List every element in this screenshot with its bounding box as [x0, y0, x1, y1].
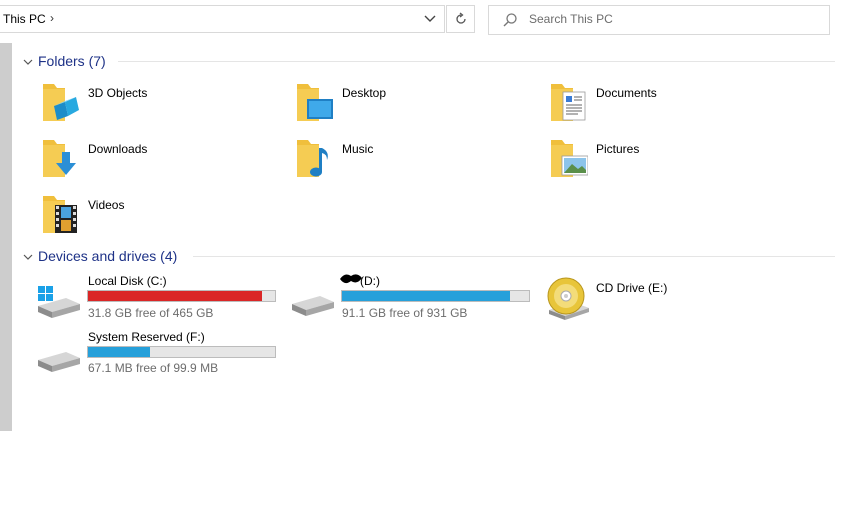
cd-drive-icon [547, 277, 589, 320]
chevron-down-icon[interactable] [424, 13, 436, 23]
folder-videos[interactable] [40, 192, 80, 241]
folder-3d-objects[interactable] [40, 80, 80, 129]
drives-group-divider [193, 256, 835, 257]
refresh-button[interactable] [446, 5, 475, 33]
hard-drive-icon [292, 296, 334, 316]
drive-free-space: 67.1 MB free of 99.9 MB [88, 361, 219, 375]
drive-usage-bar [87, 346, 276, 358]
address-path[interactable]: This PC [3, 12, 46, 26]
drive-c[interactable] [36, 284, 82, 325]
address-chevron-icon[interactable]: › [50, 11, 54, 25]
drive-usage-bar [87, 290, 276, 302]
3d-objects-folder-icon [43, 84, 79, 121]
drive-usage-fill [342, 291, 511, 301]
drive-d[interactable] [290, 294, 336, 323]
folder-label[interactable]: Downloads [88, 142, 147, 156]
drive-label[interactable]: CD Drive (E:) [596, 281, 667, 295]
folder-documents[interactable] [548, 80, 588, 129]
music-folder-icon [297, 140, 328, 177]
drive-usage-fill [88, 347, 150, 357]
folder-label[interactable]: Videos [88, 198, 124, 212]
drive-e[interactable] [545, 276, 591, 327]
address-bar[interactable] [0, 5, 445, 33]
drives-group-title[interactable]: Devices and drives (4) [38, 248, 177, 264]
pictures-folder-icon [551, 140, 589, 177]
navigation-pane-scrollbar[interactable] [0, 43, 12, 431]
drive-free-space: 31.8 GB free of 465 GB [88, 306, 214, 320]
refresh-icon [455, 12, 466, 24]
downloads-folder-icon [43, 140, 76, 177]
drive-free-space: 91.1 GB free of 931 GB [342, 306, 468, 320]
collapse-drives-icon[interactable] [23, 253, 33, 261]
documents-folder-icon [551, 84, 586, 121]
drive-label[interactable]: (D:) [360, 274, 380, 288]
drive-usage-fill [88, 291, 262, 301]
folder-label[interactable]: Music [342, 142, 373, 156]
folders-group-divider [118, 61, 835, 62]
folder-downloads[interactable] [40, 136, 80, 185]
folders-group-title[interactable]: Folders (7) [38, 53, 106, 69]
folder-pictures[interactable] [548, 136, 589, 185]
drive-label[interactable]: System Reserved (F:) [88, 330, 205, 344]
folder-label[interactable]: Desktop [342, 86, 386, 100]
folder-label[interactable]: 3D Objects [88, 86, 147, 100]
drive-usage-bar [341, 290, 530, 302]
drive-f[interactable] [36, 350, 82, 379]
desktop-folder-icon [297, 84, 333, 121]
folder-label[interactable]: Pictures [596, 142, 639, 156]
folder-music[interactable] [294, 136, 334, 185]
drive-label[interactable]: Local Disk (C:) [88, 274, 167, 288]
search-icon [503, 13, 517, 27]
videos-folder-icon [43, 196, 77, 233]
folder-label[interactable]: Documents [596, 86, 657, 100]
folder-desktop[interactable] [294, 80, 334, 129]
collapse-folders-icon[interactable] [23, 58, 33, 66]
search-input[interactable]: Search This PC [529, 12, 613, 26]
windows-drive-icon [38, 286, 80, 318]
hard-drive-icon [38, 352, 80, 372]
